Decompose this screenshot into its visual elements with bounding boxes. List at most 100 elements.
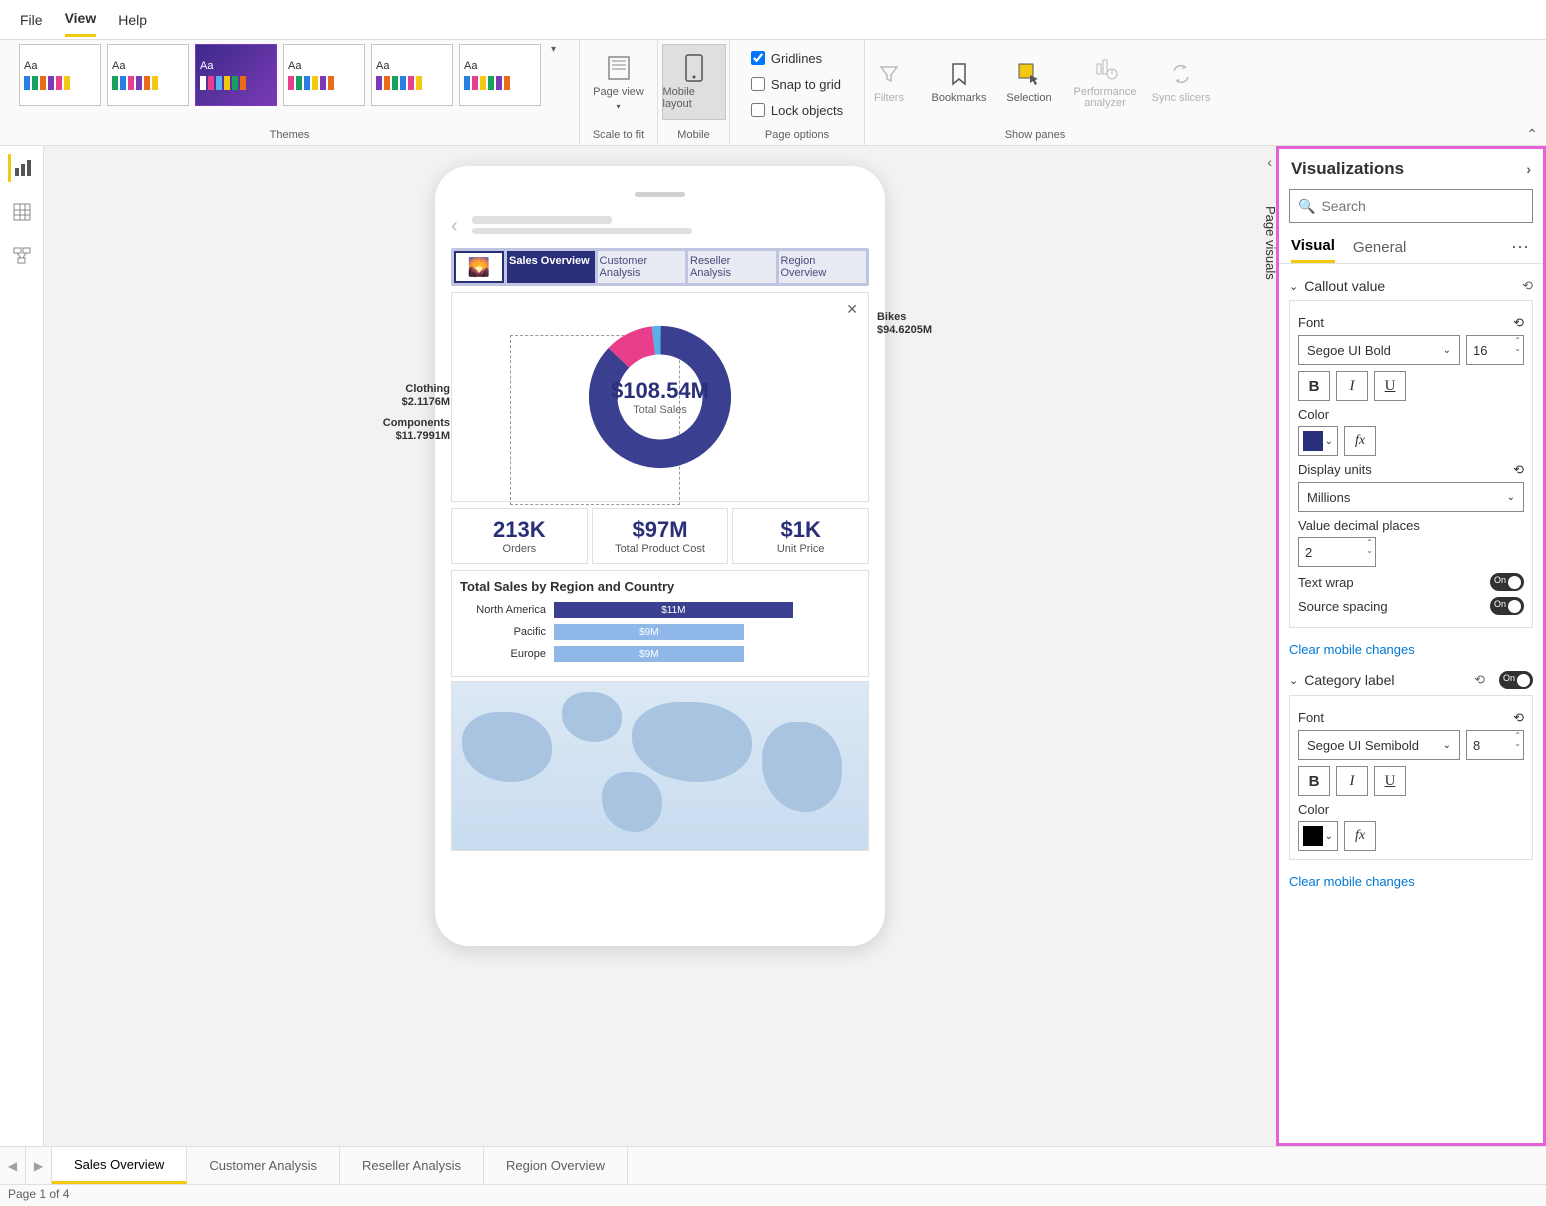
filter-icon xyxy=(875,60,903,88)
theme-6[interactable]: Aa xyxy=(459,44,541,106)
mobile-tab-sales[interactable]: Sales Overview xyxy=(507,251,595,283)
status-bar: Page 1 of 4 xyxy=(0,1184,1546,1206)
clear-mobile-1[interactable]: Clear mobile changes xyxy=(1289,634,1533,665)
section-category-label[interactable]: ⌄ Category label ⟲ On xyxy=(1289,665,1533,695)
reset-units-icon[interactable]: ⟲ xyxy=(1513,462,1524,478)
snap-to-grid-checkbox[interactable]: Snap to grid xyxy=(751,72,841,96)
clear-mobile-2[interactable]: Clear mobile changes xyxy=(1289,866,1533,897)
viz-search[interactable]: 🔍 xyxy=(1289,189,1533,223)
ribbon-group-scale: Page view▾ Scale to fit xyxy=(580,40,658,145)
tab-visual[interactable]: Visual xyxy=(1291,231,1335,263)
menu-view[interactable]: View xyxy=(65,2,97,37)
theme-3-selected[interactable]: Aa xyxy=(195,44,277,106)
bar-chart-visual[interactable]: Total Sales by Region and Country North … xyxy=(451,570,869,677)
text-wrap-toggle[interactable]: On xyxy=(1490,573,1524,591)
map-visual[interactable] xyxy=(451,681,869,851)
viz-expand-icon[interactable]: › xyxy=(1526,161,1531,177)
ribbon-group-show-panes: Filters Bookmarks Selection Performance … xyxy=(865,40,1205,145)
kpi-price[interactable]: $1KUnit Price xyxy=(732,508,869,564)
selection-icon xyxy=(1015,60,1043,88)
ribbon-group-page-options: Gridlines Snap to grid Lock objects Page… xyxy=(730,40,865,145)
sync-slicers-button[interactable]: Sync slicers xyxy=(1149,44,1213,120)
close-icon[interactable]: ✕ xyxy=(846,301,858,318)
data-view-icon[interactable] xyxy=(8,198,36,226)
theme-4[interactable]: Aa xyxy=(283,44,365,106)
ribbon-collapse[interactable]: ⌃ xyxy=(1526,126,1538,143)
page-visuals-label[interactable]: Page visuals xyxy=(1263,206,1278,280)
performance-button[interactable]: Performance analyzer xyxy=(1067,44,1143,120)
kpi-cost[interactable]: $97MTotal Product Cost xyxy=(592,508,729,564)
underline-button[interactable]: U xyxy=(1374,371,1406,401)
reset-font-icon[interactable]: ⟲ xyxy=(1513,315,1524,331)
menu-help[interactable]: Help xyxy=(118,4,147,36)
theme-1[interactable]: Aa xyxy=(19,44,101,106)
bookmarks-button[interactable]: Bookmarks xyxy=(927,44,991,120)
color2-picker[interactable]: ⌄ xyxy=(1298,821,1338,851)
search-input[interactable] xyxy=(1321,198,1524,214)
kpi-row: 213KOrders $97MTotal Product Cost $1KUni… xyxy=(451,508,869,564)
mobile-tab-customer[interactable]: Customer Analysis xyxy=(598,251,686,283)
collapse-page-visuals[interactable]: ‹ xyxy=(1267,154,1272,170)
page-tab-region[interactable]: Region Overview xyxy=(484,1147,628,1184)
underline2-button[interactable]: U xyxy=(1374,766,1406,796)
decimal-input[interactable]: 2⌃⌄ xyxy=(1298,537,1376,567)
page-nav-next[interactable]: ▶ xyxy=(26,1147,52,1184)
color-picker[interactable]: ⌄ xyxy=(1298,426,1338,456)
bar-row-pacific: Pacific$9M xyxy=(460,624,860,640)
reset-font2-icon[interactable]: ⟲ xyxy=(1513,710,1524,726)
kpi-orders[interactable]: 213KOrders xyxy=(451,508,588,564)
tab-general[interactable]: General xyxy=(1353,233,1406,262)
text-wrap-label: Text wrap xyxy=(1298,575,1354,590)
chevron-down-icon: ⌄ xyxy=(1289,280,1298,293)
mobile-tab-reseller[interactable]: Reseller Analysis xyxy=(688,251,776,283)
section-callout-value[interactable]: ⌄ Callout value ⟲ xyxy=(1289,272,1533,300)
themes-dropdown[interactable]: ▾ xyxy=(547,44,560,55)
fx2-button[interactable]: fx xyxy=(1344,821,1376,851)
main-area: ‹ Page visuals ‹ 🌄 Sales Overview Custom… xyxy=(0,146,1546,1146)
theme-5[interactable]: Aa xyxy=(371,44,453,106)
scale-label: Scale to fit xyxy=(593,129,644,143)
mobile-layout-button[interactable]: Mobile layout xyxy=(662,44,726,120)
page-tab-sales[interactable]: Sales Overview xyxy=(52,1147,187,1184)
report-view-icon[interactable] xyxy=(8,154,36,182)
menu-file[interactable]: File xyxy=(20,4,43,36)
source-spacing-toggle[interactable]: On xyxy=(1490,597,1524,615)
mobile-tab-region[interactable]: Region Overview xyxy=(779,251,867,283)
performance-icon xyxy=(1091,55,1119,83)
page-options-label: Page options xyxy=(765,129,829,143)
source-spacing-label: Source spacing xyxy=(1298,599,1388,614)
display-units-select[interactable]: Millions⌄ xyxy=(1298,482,1524,512)
themes-group-label: Themes xyxy=(270,129,310,143)
page-tab-customer[interactable]: Customer Analysis xyxy=(187,1147,340,1184)
fx-button[interactable]: fx xyxy=(1344,426,1376,456)
phone-header: ‹ xyxy=(451,211,869,248)
more-options[interactable]: ⋯ xyxy=(1511,237,1531,258)
selection-button[interactable]: Selection xyxy=(997,44,1061,120)
ribbon: Aa Aa Aa Aa Aa Aa ▾ Themes Page view▾ Sc… xyxy=(0,40,1546,146)
back-icon[interactable]: ‹ xyxy=(451,215,458,238)
model-view-icon[interactable] xyxy=(8,242,36,270)
category-label-toggle[interactable]: On xyxy=(1499,671,1533,689)
theme-2[interactable]: Aa xyxy=(107,44,189,106)
gridlines-checkbox[interactable]: Gridlines xyxy=(751,46,822,70)
font-label: Font xyxy=(1298,315,1324,331)
visualizations-pane: Visualizations › 🔍 Visual General ⋯ ⌄ Ca… xyxy=(1276,146,1546,1146)
reset-icon[interactable]: ⟲ xyxy=(1522,278,1533,294)
donut-visual[interactable]: ✕ $108.54M Total Sales Bikes$94.6205M Cl… xyxy=(451,292,869,502)
page-nav-prev[interactable]: ◀ xyxy=(0,1147,26,1184)
bold2-button[interactable]: B xyxy=(1298,766,1330,796)
reset-cat-icon[interactable]: ⟲ xyxy=(1474,672,1485,688)
font-family-select[interactable]: Segoe UI Bold⌄ xyxy=(1298,335,1460,365)
italic-button[interactable]: I xyxy=(1336,371,1368,401)
font-size-input[interactable]: 16⌃⌄ xyxy=(1466,335,1524,365)
filters-button[interactable]: Filters xyxy=(857,44,921,120)
lock-objects-checkbox[interactable]: Lock objects xyxy=(751,98,843,122)
page-view-button[interactable]: Page view▾ xyxy=(587,44,651,120)
color-label: Color xyxy=(1298,407,1329,422)
font2-family-select[interactable]: Segoe UI Semibold⌄ xyxy=(1298,730,1460,760)
mobile-group-label: Mobile xyxy=(677,129,709,143)
bold-button[interactable]: B xyxy=(1298,371,1330,401)
page-tab-reseller[interactable]: Reseller Analysis xyxy=(340,1147,484,1184)
italic2-button[interactable]: I xyxy=(1336,766,1368,796)
font2-size-input[interactable]: 8⌃⌄ xyxy=(1466,730,1524,760)
